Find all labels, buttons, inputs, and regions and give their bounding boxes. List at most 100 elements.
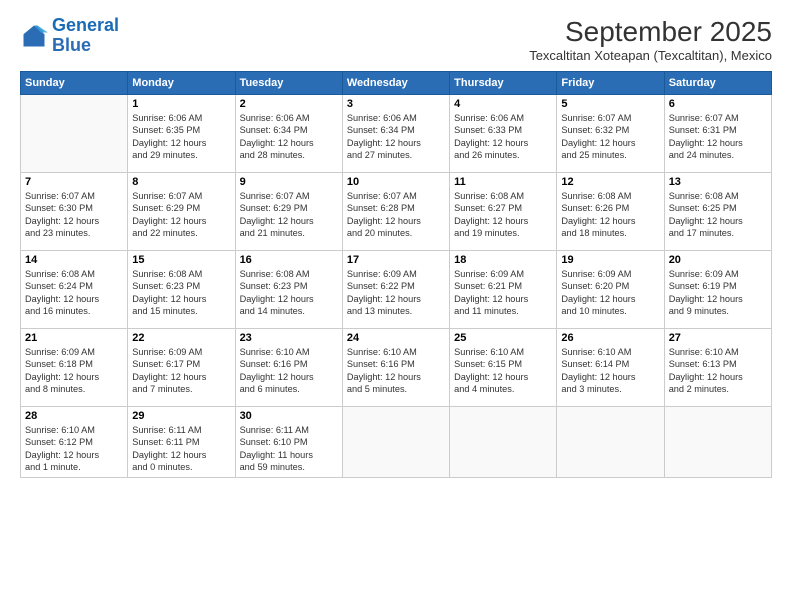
day-number: 2 — [240, 98, 338, 110]
day-info: Sunrise: 6:09 AM Sunset: 6:22 PM Dayligh… — [347, 268, 445, 318]
calendar-cell: 22Sunrise: 6:09 AM Sunset: 6:17 PM Dayli… — [128, 329, 235, 407]
day-info: Sunrise: 6:07 AM Sunset: 6:31 PM Dayligh… — [669, 112, 767, 162]
weekday-header: Friday — [557, 72, 664, 95]
weekday-header: Saturday — [664, 72, 771, 95]
day-number: 26 — [561, 332, 659, 344]
calendar-cell: 27 Sunrise: 6:10 AM Sunset: 6:13 PM Dayli… — [664, 329, 771, 407]
day-info: Sunrise: 6:08 AM Sunset: 6:25 PM Dayligh… — [669, 190, 767, 240]
weekday-header: Tuesday — [235, 72, 342, 95]
day-info: Sunrise: 6:07 AM Sunset: 6:29 PM Dayligh… — [132, 190, 230, 240]
day-info: Sunrise: 6:08 AM Sunset: 6:24 PM Dayligh… — [25, 268, 123, 318]
calendar-week-row: 14Sunrise: 6:08 AM Sunset: 6:24 PM Dayli… — [21, 251, 772, 329]
day-info: Sunrise: 6:10 AM Sunset: 6:16 PM Dayligh… — [347, 346, 445, 396]
day-number: 3 — [347, 98, 445, 110]
weekday-header: Thursday — [450, 72, 557, 95]
calendar-cell: 26 Sunrise: 6:10 AM Sunset: 6:14 PM Dayli… — [557, 329, 664, 407]
logo: General Blue — [20, 16, 119, 56]
day-info: Sunrise: 6:07 AM Sunset: 6:29 PM Dayligh… — [240, 190, 338, 240]
calendar-cell: 7 Sunrise: 6:07 AM Sunset: 6:30 PM Daylig… — [21, 173, 128, 251]
calendar-cell: 17 Sunrise: 6:09 AM Sunset: 6:22 PM Dayli… — [342, 251, 449, 329]
calendar-cell — [450, 407, 557, 478]
calendar-cell: 25 Sunrise: 6:10 AM Sunset: 6:15 PM Dayli… — [450, 329, 557, 407]
calendar-cell: 16Sunrise: 6:08 AM Sunset: 6:23 PM Dayli… — [235, 251, 342, 329]
calendar-week-row: 7 Sunrise: 6:07 AM Sunset: 6:30 PM Daylig… — [21, 173, 772, 251]
logo-icon — [20, 22, 48, 50]
day-info: Sunrise: 6:10 AM Sunset: 6:15 PM Dayligh… — [454, 346, 552, 396]
calendar-cell: 28 Sunrise: 6:10 AM Sunset: 6:12 PM Dayli… — [21, 407, 128, 478]
weekday-header: Sunday — [21, 72, 128, 95]
day-info: Sunrise: 6:10 AM Sunset: 6:13 PM Dayligh… — [669, 346, 767, 396]
day-number: 19 — [561, 254, 659, 266]
calendar-cell: 15 Sunrise: 6:08 AM Sunset: 6:23 PM Dayli… — [128, 251, 235, 329]
day-info: Sunrise: 6:08 AM Sunset: 6:26 PM Dayligh… — [561, 190, 659, 240]
day-number: 22 — [132, 332, 230, 344]
day-info: Sunrise: 6:07 AM Sunset: 6:30 PM Dayligh… — [25, 190, 123, 240]
calendar-week-row: 21Sunrise: 6:09 AM Sunset: 6:18 PM Dayli… — [21, 329, 772, 407]
day-number: 12 — [561, 176, 659, 188]
calendar-cell — [21, 95, 128, 173]
day-info: Sunrise: 6:07 AM Sunset: 6:32 PM Dayligh… — [561, 112, 659, 162]
day-number: 25 — [454, 332, 552, 344]
calendar-cell: 11Sunrise: 6:08 AM Sunset: 6:27 PM Dayli… — [450, 173, 557, 251]
day-number: 17 — [347, 254, 445, 266]
day-info: Sunrise: 6:09 AM Sunset: 6:18 PM Dayligh… — [25, 346, 123, 396]
calendar-cell: 12 Sunrise: 6:08 AM Sunset: 6:26 PM Dayli… — [557, 173, 664, 251]
calendar-cell: 13 Sunrise: 6:08 AM Sunset: 6:25 PM Dayli… — [664, 173, 771, 251]
logo-blue: Blue — [52, 35, 91, 55]
day-info: Sunrise: 6:11 AM Sunset: 6:10 PM Dayligh… — [240, 424, 338, 474]
calendar-cell: 29Sunrise: 6:11 AM Sunset: 6:11 PM Dayli… — [128, 407, 235, 478]
calendar-cell — [342, 407, 449, 478]
calendar-cell — [557, 407, 664, 478]
day-number: 1 — [132, 98, 230, 110]
calendar-cell: 6 Sunrise: 6:07 AM Sunset: 6:31 PM Daylig… — [664, 95, 771, 173]
day-info: Sunrise: 6:07 AM Sunset: 6:28 PM Dayligh… — [347, 190, 445, 240]
day-number: 20 — [669, 254, 767, 266]
day-number: 30 — [240, 410, 338, 422]
day-number: 5 — [561, 98, 659, 110]
calendar-week-row: 28 Sunrise: 6:10 AM Sunset: 6:12 PM Dayli… — [21, 407, 772, 478]
day-number: 23 — [240, 332, 338, 344]
day-info: Sunrise: 6:10 AM Sunset: 6:16 PM Dayligh… — [240, 346, 338, 396]
logo-text: General Blue — [52, 16, 119, 56]
day-number: 27 — [669, 332, 767, 344]
day-info: Sunrise: 6:08 AM Sunset: 6:23 PM Dayligh… — [240, 268, 338, 318]
calendar-cell: 4Sunrise: 6:06 AM Sunset: 6:33 PM Daylig… — [450, 95, 557, 173]
calendar-cell: 23 Sunrise: 6:10 AM Sunset: 6:16 PM Dayli… — [235, 329, 342, 407]
day-info: Sunrise: 6:10 AM Sunset: 6:14 PM Dayligh… — [561, 346, 659, 396]
calendar-cell: 9 Sunrise: 6:07 AM Sunset: 6:29 PM Daylig… — [235, 173, 342, 251]
day-number: 9 — [240, 176, 338, 188]
day-number: 28 — [25, 410, 123, 422]
calendar-cell: 10 Sunrise: 6:07 AM Sunset: 6:28 PM Dayli… — [342, 173, 449, 251]
title-area: September 2025 Texcaltitan Xoteapan (Tex… — [529, 16, 772, 63]
calendar-cell: 1 Sunrise: 6:06 AM Sunset: 6:35 PM Daylig… — [128, 95, 235, 173]
day-number: 6 — [669, 98, 767, 110]
calendar-cell: 24Sunrise: 6:10 AM Sunset: 6:16 PM Dayli… — [342, 329, 449, 407]
day-info: Sunrise: 6:08 AM Sunset: 6:27 PM Dayligh… — [454, 190, 552, 240]
calendar-cell: 5 Sunrise: 6:07 AM Sunset: 6:32 PM Daylig… — [557, 95, 664, 173]
calendar-table: SundayMondayTuesdayWednesdayThursdayFrid… — [20, 71, 772, 478]
day-info: Sunrise: 6:06 AM Sunset: 6:33 PM Dayligh… — [454, 112, 552, 162]
calendar-cell: 3 Sunrise: 6:06 AM Sunset: 6:34 PM Daylig… — [342, 95, 449, 173]
logo-general: General — [52, 15, 119, 35]
calendar-cell: 30 Sunrise: 6:11 AM Sunset: 6:10 PM Dayli… — [235, 407, 342, 478]
day-number: 18 — [454, 254, 552, 266]
day-number: 29 — [132, 410, 230, 422]
day-number: 13 — [669, 176, 767, 188]
calendar-cell: 2Sunrise: 6:06 AM Sunset: 6:34 PM Daylig… — [235, 95, 342, 173]
calendar-week-row: 1 Sunrise: 6:06 AM Sunset: 6:35 PM Daylig… — [21, 95, 772, 173]
calendar-cell: 19Sunrise: 6:09 AM Sunset: 6:20 PM Dayli… — [557, 251, 664, 329]
day-info: Sunrise: 6:06 AM Sunset: 6:34 PM Dayligh… — [347, 112, 445, 162]
day-info: Sunrise: 6:10 AM Sunset: 6:12 PM Dayligh… — [25, 424, 123, 474]
weekday-header-row: SundayMondayTuesdayWednesdayThursdayFrid… — [21, 72, 772, 95]
weekday-header: Wednesday — [342, 72, 449, 95]
day-info: Sunrise: 6:08 AM Sunset: 6:23 PM Dayligh… — [132, 268, 230, 318]
day-number: 15 — [132, 254, 230, 266]
calendar-cell: 14Sunrise: 6:08 AM Sunset: 6:24 PM Dayli… — [21, 251, 128, 329]
day-number: 10 — [347, 176, 445, 188]
calendar-cell: 21Sunrise: 6:09 AM Sunset: 6:18 PM Dayli… — [21, 329, 128, 407]
day-number: 7 — [25, 176, 123, 188]
calendar-cell: 20Sunrise: 6:09 AM Sunset: 6:19 PM Dayli… — [664, 251, 771, 329]
calendar-cell — [664, 407, 771, 478]
day-info: Sunrise: 6:06 AM Sunset: 6:35 PM Dayligh… — [132, 112, 230, 162]
location-title: Texcaltitan Xoteapan (Texcaltitan), Mexi… — [529, 48, 772, 63]
